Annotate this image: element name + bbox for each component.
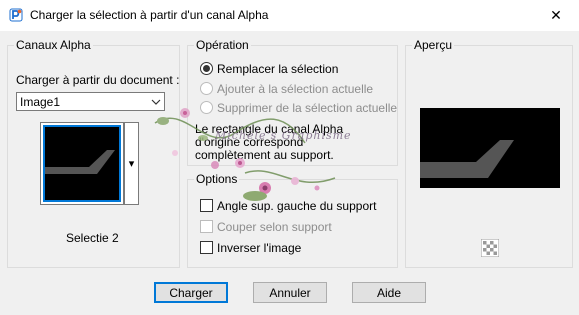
options-label: Options <box>194 172 240 186</box>
triangle-down-icon: ▾ <box>128 158 135 170</box>
app-logo-icon <box>9 8 23 22</box>
info-text-line1: Le rectangle du canal Alpha <box>195 122 344 136</box>
channel-thumbnail <box>41 123 123 204</box>
channel-dropdown-button[interactable]: ▾ <box>124 122 139 205</box>
radio-add-label[interactable]: Ajouter à la sélection actuelle <box>217 82 373 96</box>
canaux-alpha-group: Canaux Alpha Charger à partir du documen… <box>7 38 180 268</box>
radio-replace[interactable] <box>200 62 213 75</box>
title-bar: Charger la sélection à partir d'un canal… <box>0 0 579 31</box>
radio-add[interactable] <box>200 82 213 95</box>
document-select[interactable]: Image1 <box>16 92 165 111</box>
operation-group: Opération Remplacer la sélection Ajouter… <box>187 38 398 166</box>
channel-name: Selectie 2 <box>66 231 119 245</box>
document-select-value: Image1 <box>20 95 61 109</box>
checkbox-top-left-corner-label[interactable]: Angle sup. gauche du support <box>217 199 376 213</box>
window-title: Charger la sélection à partir d'un canal… <box>30 8 269 22</box>
info-text-line2: d'origine correspond <box>195 135 304 149</box>
radio-replace-label[interactable]: Remplacer la sélection <box>217 62 338 76</box>
document-label: Charger à partir du document : <box>16 73 180 87</box>
apercu-label: Aperçu <box>412 38 455 52</box>
checkbox-top-left-corner[interactable] <box>200 199 213 212</box>
help-button[interactable]: Aide <box>352 282 426 303</box>
chevron-down-icon <box>151 96 161 110</box>
dialog-body: Canaux Alpha Charger à partir du documen… <box>0 31 579 315</box>
options-group: Options Angle sup. gauche du support Cou… <box>187 172 398 268</box>
radio-subtract[interactable] <box>200 101 213 114</box>
checkbox-crop-to-canvas-label[interactable]: Couper selon support <box>217 220 332 234</box>
close-button[interactable]: ✕ <box>533 0 579 31</box>
radio-subtract-label[interactable]: Supprimer de la sélection actuelle <box>217 101 397 115</box>
checkbox-invert[interactable] <box>200 241 213 254</box>
channel-thumbnail-frame[interactable] <box>40 122 124 205</box>
preview-image <box>420 108 560 188</box>
checkerboard-icon[interactable] <box>481 239 499 257</box>
canaux-alpha-label: Canaux Alpha <box>14 38 93 52</box>
checkbox-invert-label[interactable]: Inverser l'image <box>217 241 301 255</box>
close-icon: ✕ <box>550 7 562 23</box>
apercu-group: Aperçu <box>405 38 573 268</box>
load-button[interactable]: Charger <box>154 282 228 303</box>
checkbox-crop-to-canvas[interactable] <box>200 220 213 233</box>
cancel-button[interactable]: Annuler <box>253 282 327 303</box>
operation-label: Opération <box>194 38 251 52</box>
info-text-line3: complètement au support. <box>195 148 334 162</box>
